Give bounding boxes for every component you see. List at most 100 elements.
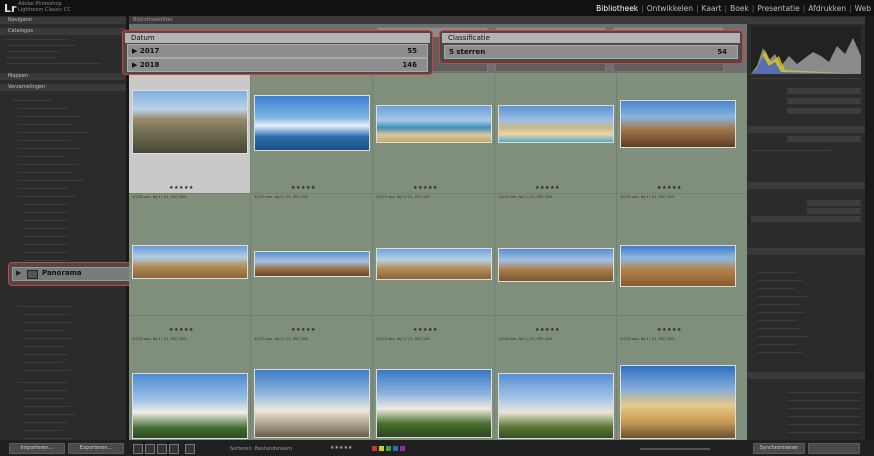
catalog-item[interactable]	[6, 57, 56, 58]
collection-item[interactable]	[12, 100, 52, 101]
module-web[interactable]: Web	[855, 4, 871, 13]
collections-header[interactable]: Verzamelingen	[0, 84, 126, 91]
import-button[interactable]: Importeren...	[9, 443, 65, 454]
rating-stars[interactable]: ★★★★★	[535, 327, 560, 333]
collection-item[interactable]	[18, 172, 72, 173]
collection-item[interactable]	[24, 354, 68, 355]
keyword-list-header[interactable]	[747, 248, 865, 255]
sync-button[interactable]: Synchroniseren	[753, 443, 805, 454]
photo-thumbnail[interactable]	[376, 105, 492, 143]
module-slideshow[interactable]: Presentatie	[757, 4, 799, 13]
module-develop[interactable]: Ontwikkelen	[647, 4, 693, 13]
collection-item[interactable]	[24, 362, 62, 363]
collection-item[interactable]	[18, 382, 68, 383]
catalog-item[interactable]	[6, 39, 66, 40]
photo-thumbnail[interactable]	[620, 245, 736, 287]
histogram-header[interactable]	[747, 17, 865, 24]
collection-item[interactable]	[24, 244, 69, 245]
rating-stars[interactable]: ★★★★★	[657, 327, 682, 333]
collection-item[interactable]	[24, 260, 69, 261]
photo-thumbnail[interactable]	[620, 100, 736, 148]
module-book[interactable]: Boek	[730, 4, 749, 13]
metadata-header[interactable]	[747, 372, 865, 379]
classification-filter-row-5-stars[interactable]: 5 sterren 54	[444, 45, 738, 59]
collection-item[interactable]	[18, 306, 73, 307]
toolbar-rating-stars[interactable]: ★★★★★	[330, 445, 352, 451]
thumbnail-size-slider[interactable]	[640, 448, 710, 450]
collection-item[interactable]	[24, 338, 72, 339]
quick-develop-control[interactable]	[787, 98, 861, 104]
collection-item[interactable]	[24, 212, 69, 213]
rating-stars[interactable]: ★★★★★	[169, 185, 194, 191]
collection-item[interactable]	[24, 430, 62, 431]
module-map[interactable]: Kaart	[702, 4, 722, 13]
date-filter-header[interactable]: Datum	[125, 33, 430, 43]
collection-item[interactable]	[18, 124, 74, 125]
photo-thumbnail[interactable]	[132, 90, 248, 154]
photo-thumbnail[interactable]	[254, 95, 370, 151]
rating-stars[interactable]: ★★★★★	[413, 185, 438, 191]
collection-item[interactable]	[18, 188, 68, 189]
catalog-item[interactable]	[6, 45, 76, 46]
photo-thumbnail[interactable]	[254, 369, 370, 438]
collection-item[interactable]	[24, 322, 74, 323]
collection-item[interactable]	[24, 406, 70, 407]
color-label-green[interactable]	[386, 446, 391, 451]
collection-item[interactable]	[24, 330, 66, 331]
collection-item[interactable]	[24, 346, 64, 347]
rating-stars[interactable]: ★★★★★	[291, 185, 316, 191]
preset-dropdown[interactable]	[787, 136, 861, 142]
collection-item[interactable]	[24, 220, 69, 221]
collection-item[interactable]	[24, 438, 72, 439]
compare-view-icon[interactable]	[157, 444, 167, 454]
keyword-field[interactable]	[751, 216, 861, 222]
right-panel-scrollbar[interactable]	[865, 16, 874, 440]
collection-item[interactable]	[24, 204, 69, 205]
keyword-field[interactable]	[807, 208, 861, 214]
sort-control[interactable]: Sorteren: Bestandsnaam	[230, 446, 292, 452]
keywords-header[interactable]	[747, 182, 865, 189]
sync-settings-button[interactable]	[808, 443, 860, 454]
module-print[interactable]: Afdrukken	[808, 4, 846, 13]
collection-item[interactable]	[24, 398, 64, 399]
photo-thumbnail[interactable]	[498, 105, 614, 143]
collection-item[interactable]	[18, 196, 76, 197]
catalog-header[interactable]: Catalogus	[0, 28, 126, 35]
collection-item[interactable]	[24, 422, 68, 423]
photo-thumbnail[interactable]	[254, 251, 370, 277]
quick-develop-header[interactable]	[747, 126, 865, 133]
collection-item[interactable]	[18, 116, 80, 117]
collection-item[interactable]	[24, 370, 70, 371]
disclosure-triangle-icon[interactable]: ▶	[16, 269, 21, 277]
photo-thumbnail[interactable]	[132, 245, 248, 279]
grid-view-icon[interactable]	[133, 444, 143, 454]
rating-stars[interactable]: ★★★★★	[657, 185, 682, 191]
survey-view-icon[interactable]	[169, 444, 179, 454]
photo-thumbnail[interactable]	[376, 369, 492, 438]
disclosure-triangle-icon[interactable]: ▶	[132, 47, 140, 55]
rating-stars[interactable]: ★★★★★	[291, 327, 316, 333]
disclosure-triangle-icon[interactable]: ▶	[132, 61, 140, 69]
folders-header[interactable]: Mappen	[0, 73, 126, 80]
collection-item[interactable]	[24, 390, 68, 391]
collection-item[interactable]	[24, 252, 69, 253]
date-filter-row-2018[interactable]: ▶ 2018 146	[127, 58, 428, 72]
color-label-yellow[interactable]	[379, 446, 384, 451]
color-label-purple[interactable]	[400, 446, 405, 451]
photo-thumbnail[interactable]	[620, 365, 736, 439]
rating-stars[interactable]: ★★★★★	[413, 327, 438, 333]
classification-filter-header[interactable]: Classificatie	[442, 33, 740, 43]
color-label-blue[interactable]	[393, 446, 398, 451]
collection-item[interactable]	[18, 148, 82, 149]
photo-thumbnail[interactable]	[498, 248, 614, 282]
date-filter-row-2017[interactable]: ▶ 2017 55	[127, 44, 428, 58]
photo-thumbnail[interactable]	[132, 373, 248, 439]
export-button[interactable]: Exporteren...	[68, 443, 124, 454]
collection-item[interactable]	[18, 156, 66, 157]
module-library[interactable]: Bibliotheek	[596, 4, 638, 13]
collection-item[interactable]	[18, 180, 84, 181]
photo-thumbnail[interactable]	[498, 373, 614, 439]
collection-item[interactable]	[18, 132, 88, 133]
catalog-item[interactable]	[6, 51, 61, 52]
keyword-field[interactable]	[807, 200, 861, 206]
